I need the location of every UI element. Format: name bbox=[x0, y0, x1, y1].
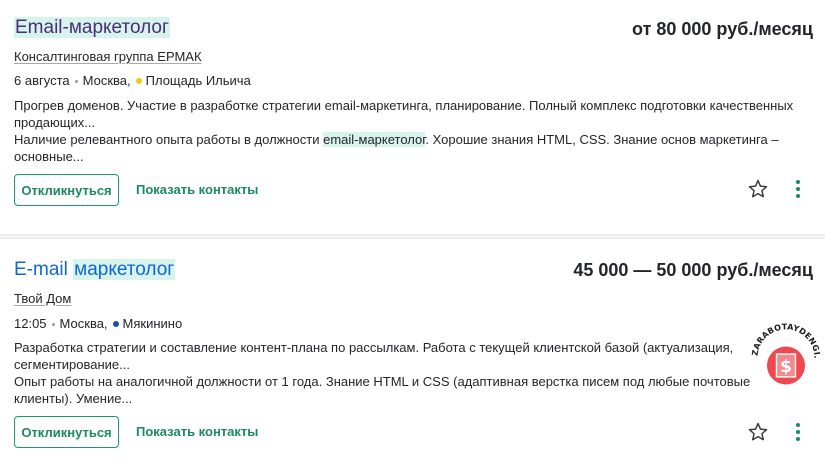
vacancy-title-link[interactable]: Email-маркетолог bbox=[14, 16, 170, 40]
vacancy-title-highlight: маркетолог bbox=[73, 259, 176, 280]
vacancy-title-text: E-mail bbox=[14, 259, 74, 280]
vacancy-salary: от 80 000 руб./месяц bbox=[632, 19, 813, 39]
vacancy-city: Москва, bbox=[59, 316, 108, 331]
vacancy-date: 12:05 bbox=[14, 316, 47, 331]
metro-line-icon bbox=[112, 321, 119, 327]
vacancy-metro: Площадь Ильича bbox=[145, 73, 251, 88]
more-options-icon[interactable] bbox=[791, 178, 805, 200]
vacancy-meta: 6 августа Москва, Площадь Ильича bbox=[14, 72, 251, 90]
vacancy-salary: 45 000 — 50 000 руб./месяц bbox=[573, 260, 813, 280]
metro-line-icon bbox=[135, 78, 142, 84]
requirement-text: Опыт работы на аналогичной должности от … bbox=[14, 374, 751, 406]
vacancy-meta: 12:05 Москва, Мякинино bbox=[14, 315, 182, 333]
dollar-icon: $ bbox=[780, 357, 792, 377]
card-divider bbox=[0, 234, 825, 239]
separator-dot bbox=[74, 79, 78, 83]
vacancy-title-highlight: Email-маркетолог bbox=[14, 17, 170, 38]
respond-button[interactable]: Откликнуться bbox=[14, 174, 119, 206]
vacancy-date: 6 августа bbox=[14, 73, 70, 88]
vacancy-city: Москва, bbox=[82, 73, 131, 88]
vacancy-description: Разработка стратегии и составление конте… bbox=[14, 339, 754, 407]
respond-button[interactable]: Откликнуться bbox=[14, 416, 119, 448]
vacancy-card: E-mail маркетолог 45 000 — 50 000 руб./м… bbox=[0, 240, 825, 465]
watermark-logo: ZARABOTAYDENGI.COM $ bbox=[748, 318, 821, 385]
vacancy-requirement: Наличие релевантного опыта работы в долж… bbox=[14, 131, 814, 165]
company-link[interactable]: Консалтинговая группа ЕРМАК bbox=[14, 48, 202, 66]
vacancy-responsibility: Разработка стратегии и составление конте… bbox=[14, 340, 734, 372]
requirement-highlight: email-маркетолог bbox=[323, 132, 426, 147]
more-options-icon[interactable] bbox=[791, 421, 805, 443]
requirement-text: Наличие релевантного опыта работы в долж… bbox=[14, 132, 324, 147]
show-contacts-button[interactable]: Показать контакты bbox=[136, 181, 258, 199]
star-icon[interactable] bbox=[747, 421, 769, 443]
vacancy-description: Прогрев доменов. Участие в разработке ст… bbox=[14, 97, 814, 165]
vacancy-metro: Мякинино bbox=[122, 316, 183, 331]
star-icon[interactable] bbox=[747, 178, 769, 200]
show-contacts-button[interactable]: Показать контакты bbox=[136, 423, 258, 441]
vacancy-requirement: Опыт работы на аналогичной должности от … bbox=[14, 373, 754, 407]
company-link[interactable]: Твой Дом bbox=[14, 290, 71, 308]
vacancy-title-link[interactable]: E-mail маркетолог bbox=[14, 258, 176, 282]
vacancy-responsibility: Прогрев доменов. Участие в разработке ст… bbox=[14, 98, 794, 130]
vacancy-card: Email-маркетолог от 80 000 руб./месяц Ко… bbox=[0, 0, 825, 234]
separator-dot bbox=[51, 322, 55, 326]
